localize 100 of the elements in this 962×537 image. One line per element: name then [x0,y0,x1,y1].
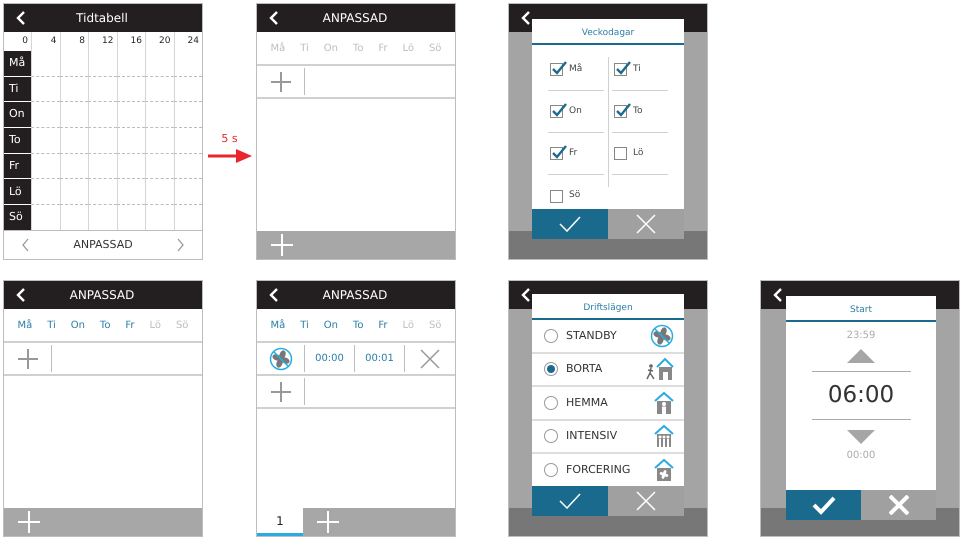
grid-cell [60,76,88,102]
radio-button[interactable] [544,462,558,477]
grid-cell [145,101,174,128]
dialog-title: Start [786,296,936,322]
plus-icon[interactable] [18,348,38,368]
grid-cell [88,127,116,153]
mode-label: HEMMA [566,394,609,410]
day-label: On [4,101,31,128]
screen-title: ANPASSAD [322,10,388,27]
next-time: 00:00 [846,448,876,462]
up-arrow-icon[interactable] [847,349,875,363]
close-icon[interactable] [420,348,440,368]
checkbox[interactable] [550,190,563,202]
weekday-label[interactable]: Må [17,318,32,332]
grid-cell [116,127,145,153]
radio-button[interactable] [544,328,558,343]
confirm-button[interactable] [786,490,861,520]
plus-icon[interactable] [270,72,290,92]
day-label: Ti [4,76,31,102]
delay-label: 5 s [221,131,238,147]
weekday-label[interactable]: Fr [125,318,135,332]
weekday-label[interactable]: To [100,318,110,332]
schedule-name: ANPASSAD [73,236,133,253]
weekday-label: Sö [569,189,580,202]
mode-label: FORCERING [566,462,632,478]
grid-cell [88,152,116,178]
back-icon[interactable] [269,11,279,25]
mode-label: INTENSIV [566,428,618,444]
hour-label: 20 [145,32,174,50]
back-icon[interactable] [16,288,26,302]
day-label: Lö [4,178,31,204]
cancel-button[interactable] [608,486,684,516]
weekday-label[interactable]: On [324,318,338,332]
grid-cell [60,178,88,204]
grid-cell [116,152,145,178]
day-label: To [4,127,31,153]
weekday-label: Må [569,62,582,76]
back-icon[interactable] [269,288,279,302]
down-arrow-icon[interactable] [847,430,875,444]
hour-label: 24 [174,32,202,50]
weekday-label: Fr [569,146,578,160]
weekday-label[interactable]: On [70,318,85,332]
grid-cell [31,152,60,178]
radio-button[interactable] [544,362,558,376]
weekday-label: On [569,104,582,118]
back-icon[interactable] [521,288,531,302]
weekday-label[interactable]: Fr [378,318,388,332]
plus-icon[interactable] [18,511,40,533]
weekday-label[interactable]: Må [270,318,286,332]
grid-cell [116,76,145,102]
grid-cell [116,178,145,204]
back-icon[interactable] [521,11,531,25]
hour-label: 8 [60,32,88,50]
screen-title: Tidtabell [75,10,129,27]
screen-title: ANPASSAD [68,287,136,304]
weekday-label[interactable]: To [352,318,364,332]
hour-label: 4 [31,32,60,50]
check-icon[interactable] [812,494,836,516]
grid-cell [88,101,116,128]
day-label: Må [4,50,31,76]
weekday-label: Lö [633,146,644,160]
grid-cell [145,178,174,204]
day-label: Fr [4,152,31,178]
grid-cell [60,152,88,178]
arrow-icon [208,148,252,164]
start-time[interactable]: 00:00 [305,345,355,372]
weekday-label: To [633,104,642,118]
back-icon[interactable] [773,288,783,302]
mode-label: BORTA [566,361,604,377]
mode-label: STANDBY [566,328,618,344]
end-time[interactable]: 00:01 [355,345,405,372]
page-tab[interactable]: 1 [257,508,303,536]
screen-title: ANPASSAD [322,287,388,304]
hour-label: 12 [88,32,116,50]
hour-label: 16 [116,32,145,50]
next-icon[interactable] [177,238,184,252]
hour-label: 0 [21,35,29,48]
grid-cell [145,152,174,178]
checkbox[interactable] [614,147,627,160]
previous-icon[interactable] [22,238,29,252]
grid-cell [116,101,145,128]
weekday-label[interactable]: Ti [47,318,56,332]
grid-cell [31,76,60,102]
plus-icon[interactable] [270,382,290,402]
plus-icon[interactable] [317,511,339,533]
day-label: Sö [4,204,31,230]
weekday-label[interactable]: Ti [300,318,309,332]
radio-button[interactable] [544,396,558,410]
back-icon[interactable] [16,11,26,25]
plus-icon[interactable] [271,234,293,256]
cancel-button[interactable] [608,209,684,239]
grid-cell [145,76,174,102]
fan-icon [650,324,674,348]
confirm-button[interactable] [532,209,608,239]
cancel-button[interactable] [861,490,936,520]
confirm-button[interactable] [532,486,608,516]
radio-button[interactable] [544,429,558,444]
time-value: 06:00 [812,371,910,420]
grid-cell [31,127,60,153]
grid-cell [31,178,60,204]
